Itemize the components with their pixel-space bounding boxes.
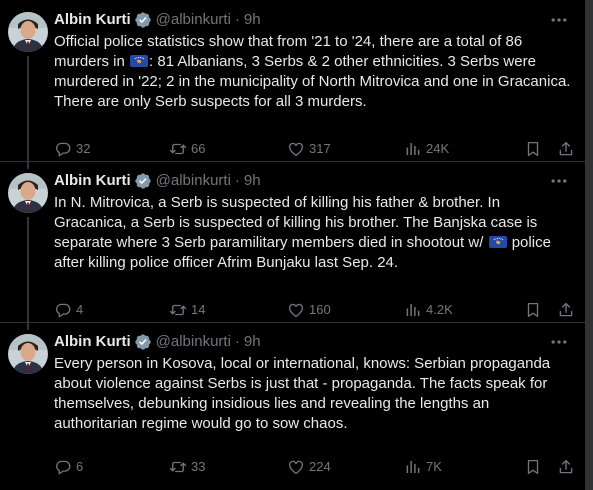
more-icon[interactable]: [549, 171, 569, 191]
thread-connector: [27, 322, 29, 330]
reply-icon: [54, 301, 72, 319]
separator-dot: ·: [234, 333, 240, 350]
reply-count: 6: [76, 459, 84, 474]
bookmark-icon: [524, 458, 542, 476]
scrollbar[interactable]: [585, 0, 593, 490]
tweet-header: Albin Kurti @albinkurti · 9h: [54, 10, 571, 30]
views-icon: [404, 140, 422, 158]
tweet-header: Albin Kurti @albinkurti · 9h: [54, 332, 571, 352]
share-button[interactable]: [557, 458, 575, 476]
author-name[interactable]: Albin Kurti: [54, 171, 131, 191]
tweet-text: Official police statistics show that fro…: [54, 32, 571, 112]
verified-badge-icon: [134, 333, 152, 351]
bookmark-button[interactable]: [524, 140, 542, 158]
like-button[interactable]: 317: [287, 140, 331, 158]
verified-badge-icon: [134, 172, 152, 190]
share-icon: [557, 458, 575, 476]
avatar-image: [8, 12, 48, 52]
repost-count: 33: [191, 459, 206, 474]
repost-button[interactable]: 33: [169, 458, 205, 476]
tweet[interactable]: Albin Kurti @albinkurti · 9h Official po…: [0, 0, 585, 162]
tweet[interactable]: Albin Kurti @albinkurti · 9h Every perso…: [0, 322, 585, 490]
kosovo-flag-icon: [489, 236, 507, 248]
reply-button[interactable]: 6: [54, 458, 83, 476]
tweet-content: Albin Kurti @albinkurti · 9h Every perso…: [54, 332, 571, 434]
separator-dot: ·: [234, 172, 240, 189]
tweet-text: In N. Mitrovica, a Serb is suspected of …: [54, 193, 571, 273]
avatar[interactable]: [8, 12, 48, 52]
views-button[interactable]: 4.2K: [404, 301, 453, 319]
repost-button[interactable]: 14: [169, 301, 205, 319]
bookmark-icon: [524, 301, 542, 319]
more-icon[interactable]: [549, 10, 569, 30]
view-count: 4.2K: [426, 302, 453, 317]
reply-count: 4: [76, 302, 84, 317]
like-icon: [287, 140, 305, 158]
like-count: 224: [309, 459, 331, 474]
repost-icon: [169, 140, 187, 158]
share-button[interactable]: [557, 140, 575, 158]
avatar[interactable]: [8, 173, 48, 213]
reply-icon: [54, 458, 72, 476]
reply-count: 32: [76, 141, 91, 156]
author-handle[interactable]: @albinkurti: [156, 171, 231, 191]
author-handle[interactable]: @albinkurti: [156, 10, 231, 30]
like-button[interactable]: 224: [287, 458, 331, 476]
bookmark-button[interactable]: [524, 301, 542, 319]
bookmark-button[interactable]: [524, 458, 542, 476]
author-handle[interactable]: @albinkurti: [156, 332, 231, 352]
timestamp[interactable]: 9h: [244, 10, 261, 30]
reply-icon: [54, 140, 72, 158]
timestamp[interactable]: 9h: [244, 332, 261, 352]
share-icon: [557, 301, 575, 319]
avatar[interactable]: [8, 334, 48, 374]
author-name[interactable]: Albin Kurti: [54, 10, 131, 30]
kosovo-flag-icon: [130, 55, 148, 67]
author-name[interactable]: Albin Kurti: [54, 332, 131, 352]
views-button[interactable]: 7K: [404, 458, 442, 476]
bookmark-icon: [524, 140, 542, 158]
like-count: 317: [309, 141, 331, 156]
more-icon[interactable]: [549, 332, 569, 352]
views-icon: [404, 458, 422, 476]
action-bar: 4 14 160 4.2K: [54, 300, 571, 320]
action-bar: 6 33 224 7K: [54, 457, 571, 477]
thread-connector: [27, 56, 29, 161]
share-button[interactable]: [557, 301, 575, 319]
like-count: 160: [309, 302, 331, 317]
repost-count: 66: [191, 141, 206, 156]
timestamp[interactable]: 9h: [244, 171, 261, 191]
thread-connector: [27, 217, 29, 322]
action-bar: 32 66 317 24K: [54, 139, 571, 159]
like-icon: [287, 458, 305, 476]
repost-icon: [169, 301, 187, 319]
tweet-content: Albin Kurti @albinkurti · 9h Official po…: [54, 10, 571, 112]
repost-count: 14: [191, 302, 206, 317]
thread-connector: [27, 161, 29, 169]
reply-button[interactable]: 4: [54, 301, 83, 319]
tweet-text-part: In N. Mitrovica, a Serb is suspected of …: [54, 194, 538, 251]
tweet-thread: Albin Kurti @albinkurti · 9h Official po…: [0, 0, 585, 490]
tweet[interactable]: Albin Kurti @albinkurti · 9h In N. Mitro…: [0, 161, 585, 323]
reply-button[interactable]: 32: [54, 140, 90, 158]
like-icon: [287, 301, 305, 319]
share-icon: [557, 140, 575, 158]
repost-icon: [169, 458, 187, 476]
tweet-header: Albin Kurti @albinkurti · 9h: [54, 171, 571, 191]
like-button[interactable]: 160: [287, 301, 331, 319]
verified-badge-icon: [134, 11, 152, 29]
separator-dot: ·: [234, 11, 240, 28]
views-button[interactable]: 24K: [404, 140, 449, 158]
avatar-image: [8, 173, 48, 213]
tweet-content: Albin Kurti @albinkurti · 9h In N. Mitro…: [54, 171, 571, 273]
repost-button[interactable]: 66: [169, 140, 205, 158]
tweet-text: Every person in Kosova, local or interna…: [54, 355, 551, 432]
view-count: 7K: [426, 459, 442, 474]
view-count: 24K: [426, 141, 450, 156]
avatar-image: [8, 334, 48, 374]
views-icon: [404, 301, 422, 319]
